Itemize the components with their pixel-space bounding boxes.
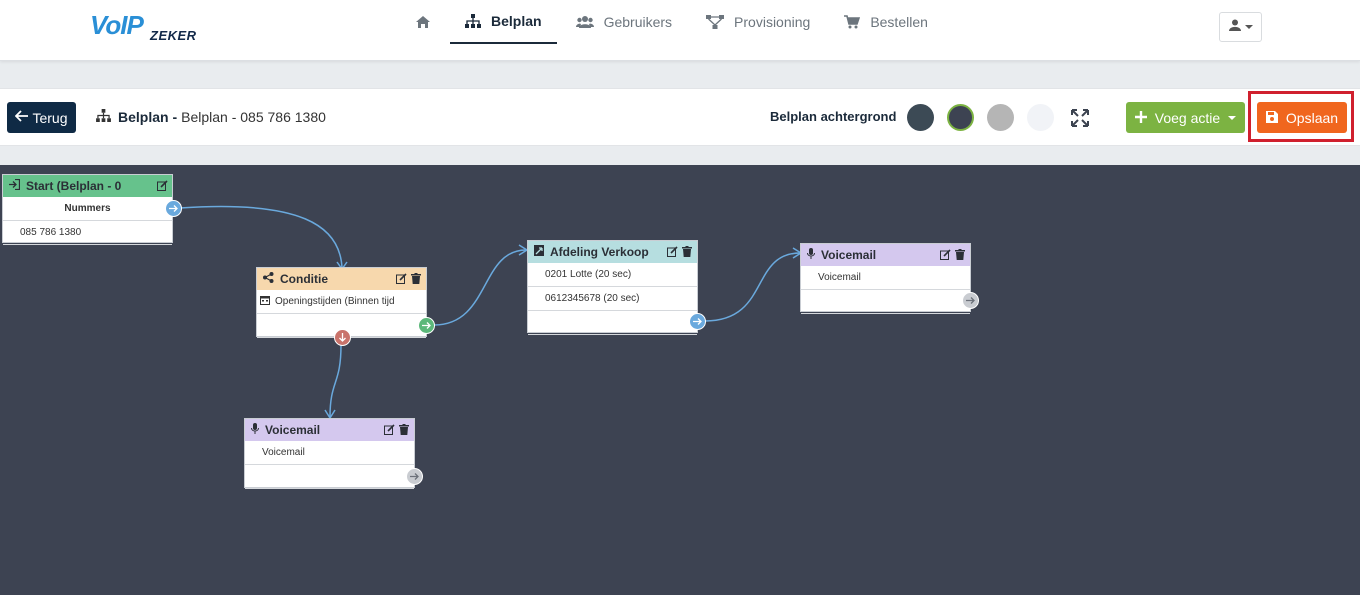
- link-conditie-afdeling: [433, 249, 527, 326]
- breadcrumb-subtitle: Belplan - 085 786 1380: [181, 109, 326, 125]
- node-row-empty: [528, 311, 697, 335]
- save-button-label: Opslaan: [1285, 109, 1339, 126]
- top-navbar: VoIP ZEKER Belplan Gebruikers Provisioni…: [0, 0, 1360, 61]
- nav-label-bestellen: Bestellen: [870, 14, 928, 30]
- background-swatch-dark[interactable]: [947, 104, 974, 131]
- node-row-voicemail[interactable]: Voicemail: [245, 441, 414, 465]
- nav-item-home[interactable]: [400, 0, 446, 44]
- node-row-condition[interactable]: Openingstijden (Binnen tijd: [257, 290, 426, 314]
- home-icon: [415, 15, 431, 29]
- link-afdeling-voicemail: [704, 252, 801, 322]
- flow-connections: [179, 205, 803, 420]
- nav-item-bestellen[interactable]: Bestellen: [829, 0, 943, 44]
- node-title: Voicemail: [265, 423, 321, 437]
- node-title: Afdeling Verkoop: [550, 245, 649, 259]
- node-row-header: Nummers: [3, 197, 172, 221]
- edit-icon[interactable]: [396, 273, 407, 284]
- users-icon: [575, 15, 594, 29]
- cart-icon: [844, 15, 861, 29]
- output-port-true-arrow-icon[interactable]: [418, 317, 435, 334]
- node-header[interactable]: Voicemail: [801, 244, 970, 266]
- nav-item-belplan[interactable]: Belplan: [450, 0, 557, 44]
- node-row-number[interactable]: 085 786 1380: [3, 221, 172, 245]
- belplan-canvas[interactable]: Start (Belplan - 0 Nummers 085 786 1380 …: [0, 165, 1360, 595]
- nav-label-belplan: Belplan: [491, 13, 542, 29]
- address-book-icon: [534, 245, 544, 259]
- trash-icon[interactable]: [955, 249, 966, 260]
- node-row-voicemail[interactable]: Voicemail: [801, 266, 970, 290]
- fullscreen-expand-icon[interactable]: [1071, 109, 1089, 127]
- node-header[interactable]: Afdeling Verkoop: [528, 241, 697, 263]
- edit-icon[interactable]: [940, 249, 951, 260]
- node-title: Start (Belplan - 0: [26, 179, 122, 193]
- output-port-false-arrow-icon[interactable]: [334, 329, 351, 346]
- node-row-member[interactable]: 0201 Lotte (20 sec): [528, 263, 697, 287]
- nav-label-provisioning: Provisioning: [734, 14, 811, 30]
- network-icon: [706, 15, 725, 29]
- share-nodes-icon: [263, 272, 274, 286]
- node-title: Conditie: [280, 272, 328, 286]
- edit-icon[interactable]: [384, 424, 395, 435]
- logo-sub-text: ZEKER: [150, 28, 197, 43]
- add-action-dropdown-button[interactable]: Voeg actie: [1126, 102, 1245, 133]
- trash-icon[interactable]: [411, 273, 422, 284]
- belplan-toolbar: Terug Belplan - Belplan - 085 786 1380 B…: [0, 88, 1360, 146]
- node-row-member[interactable]: 0612345678 (20 sec): [528, 287, 697, 311]
- logo-main-text: VoIP: [90, 10, 144, 40]
- flow-node-start[interactable]: Start (Belplan - 0 Nummers 085 786 1380: [2, 174, 182, 245]
- condition-label: Openingstijden (Binnen tijd: [275, 296, 395, 307]
- microphone-icon: [807, 248, 815, 262]
- flow-node-voicemail-right[interactable]: Voicemail Voicemail: [800, 243, 979, 314]
- sitemap-icon: [96, 109, 111, 125]
- edit-icon[interactable]: [667, 246, 678, 257]
- nav-item-provisioning[interactable]: Provisioning: [691, 0, 825, 44]
- link-start-conditie: [179, 205, 343, 269]
- link-conditie-voicemail: [329, 344, 342, 418]
- save-button[interactable]: Opslaan: [1257, 102, 1347, 133]
- trash-icon[interactable]: [682, 246, 693, 257]
- node-row-empty: [801, 290, 970, 314]
- edit-icon[interactable]: [157, 180, 168, 191]
- breadcrumb-title: Belplan -: [118, 109, 178, 125]
- chevron-down-icon: [1228, 115, 1237, 120]
- flow-node-conditie[interactable]: Conditie Openingstijden (Binnen tijd: [256, 267, 435, 346]
- output-port-arrow-icon[interactable]: [962, 292, 979, 309]
- arrow-left-icon: [15, 109, 29, 126]
- user-icon: [1228, 18, 1241, 36]
- output-port-arrow-icon[interactable]: [406, 468, 423, 485]
- node-header[interactable]: Conditie: [257, 268, 426, 290]
- flow-node-afdeling-verkoop[interactable]: Afdeling Verkoop 0201 Lotte (20 sec) 061…: [527, 240, 706, 335]
- output-port-arrow-icon[interactable]: [689, 313, 706, 330]
- background-swatch-grey[interactable]: [987, 104, 1014, 131]
- node-title: Voicemail: [821, 248, 877, 262]
- node-row-empty: [245, 465, 414, 489]
- node-header[interactable]: Voicemail: [245, 419, 414, 441]
- calendar-icon: [260, 295, 270, 308]
- floppy-disk-icon: [1265, 110, 1278, 126]
- sitemap-icon: [465, 14, 481, 28]
- plus-icon: [1134, 107, 1147, 128]
- trash-icon[interactable]: [399, 424, 410, 435]
- chevron-down-icon: [1244, 25, 1253, 29]
- sign-in-icon: [9, 178, 21, 193]
- breadcrumb: Belplan - Belplan - 085 786 1380: [96, 109, 326, 125]
- output-port-arrow-icon[interactable]: [165, 200, 182, 217]
- node-header[interactable]: Start (Belplan - 0: [3, 175, 172, 197]
- nav-label-gebruikers: Gebruikers: [603, 14, 673, 30]
- microphone-icon: [251, 423, 259, 437]
- brand-logo[interactable]: VoIP ZEKER: [90, 10, 205, 44]
- background-swatch-slate[interactable]: [907, 104, 934, 131]
- background-label: Belplan achtergrond: [770, 109, 897, 124]
- nav-item-gebruikers[interactable]: Gebruikers: [561, 0, 687, 44]
- background-swatch-light[interactable]: [1027, 104, 1054, 131]
- flow-node-voicemail-bottom[interactable]: Voicemail Voicemail: [244, 418, 423, 489]
- user-menu-button[interactable]: [1219, 12, 1262, 42]
- back-button[interactable]: Terug: [7, 102, 76, 133]
- add-action-label: Voeg actie: [1154, 109, 1221, 126]
- main-nav: Belplan Gebruikers Provisioning Bestelle…: [400, 0, 947, 44]
- back-button-label: Terug: [32, 109, 68, 126]
